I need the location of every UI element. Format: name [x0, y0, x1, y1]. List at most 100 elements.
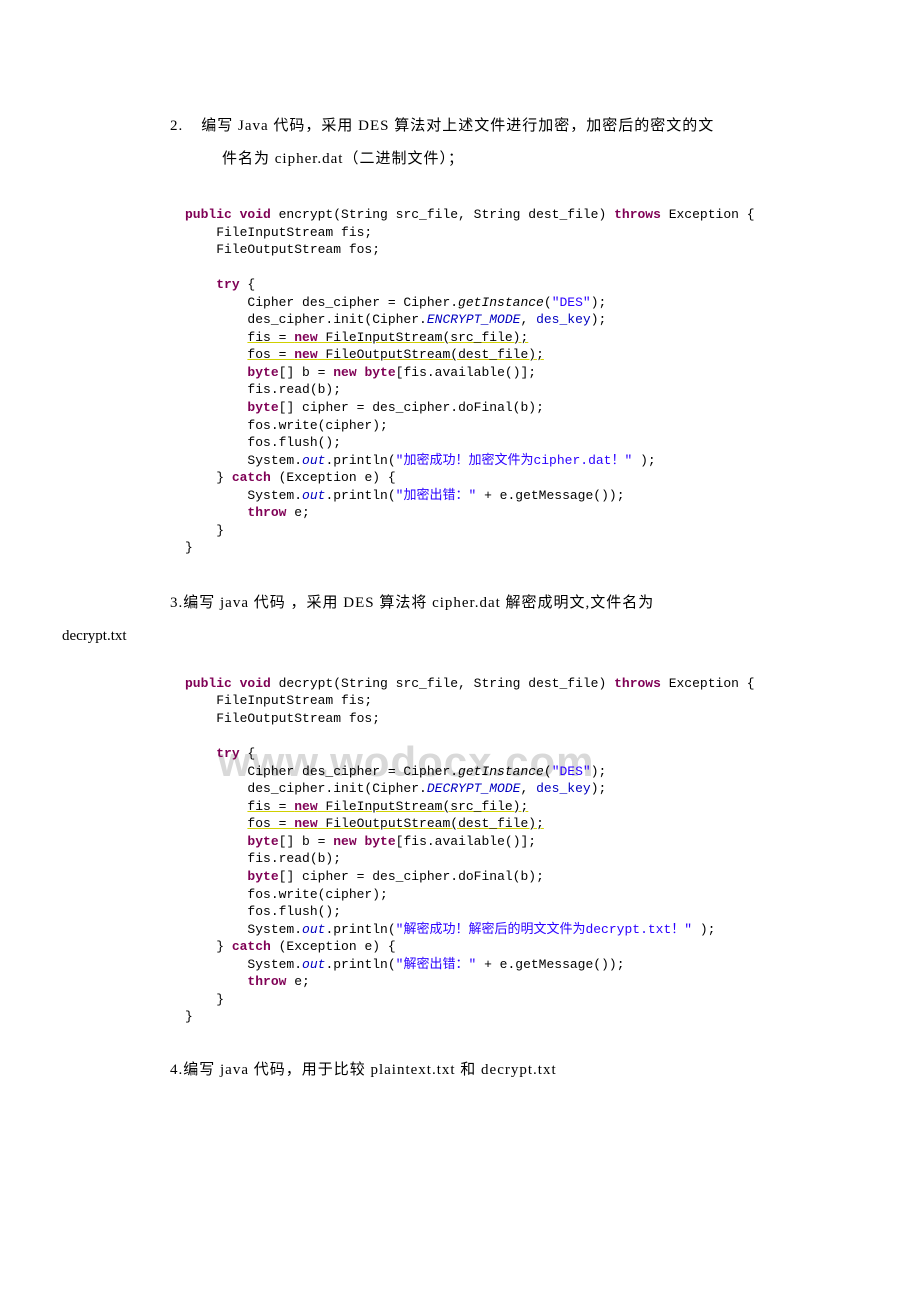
code1-l6c: ,	[520, 312, 536, 327]
code2-l5a: Cipher des_cipher = Cipher.	[185, 764, 458, 779]
section-4: 4.编写 java 代码，用于比较 plaintext.txt 和 decryp…	[100, 1054, 820, 1087]
code2-l16a: System.	[185, 957, 302, 972]
code2-l9e: [fis.available()];	[396, 834, 536, 849]
kw-new-4: new	[294, 816, 317, 831]
code1-l5e: );	[591, 295, 607, 310]
code2-l6a: des_cipher.init(Cipher.	[185, 781, 427, 796]
code2-l6c: ,	[520, 781, 536, 796]
code1-l17c: e;	[286, 505, 309, 520]
out-field-1: out	[302, 453, 325, 468]
section-3-heading: 3.编写 java 代码 ，采用 DES 算法将 cipher.dat 解密成明…	[100, 587, 820, 620]
code2-l16e: + e.getMessage());	[476, 957, 624, 972]
code1-l19: }	[185, 540, 193, 555]
section-2: 2.编写 Java 代码，采用 DES 算法对上述文件进行加密，加密后的密文的文…	[100, 110, 820, 176]
kw-byte-3: byte	[247, 834, 278, 849]
code2-l7a	[185, 799, 247, 814]
kw-catch-2: catch	[232, 939, 271, 954]
getinstance-call: getInstance	[458, 295, 544, 310]
code1-l7a	[185, 330, 247, 345]
code1-l4a	[185, 277, 216, 292]
kw-public-void: public void	[185, 207, 271, 222]
section-3-decrypt-label: decrypt.txt	[62, 628, 820, 645]
kw-try: try	[216, 277, 239, 292]
section-2-line1: 编写 Java 代码，采用 DES 算法对上述文件进行加密，加密后的密文的文	[201, 118, 714, 134]
code1-l14c: .println(	[325, 453, 395, 468]
code1-l10: fis.read(b);	[185, 382, 341, 397]
code1-l17a	[185, 505, 247, 520]
str-encrypt-ok: "加密成功！加密文件为cipher.dat！"	[396, 453, 633, 468]
code2-l8-u: fos = new FileOutputStream(dest_file);	[247, 816, 543, 831]
code1-l8a	[185, 347, 247, 362]
decrypt-sig-mid: decrypt(String src_file, String dest_fil…	[271, 676, 614, 691]
kw-try-2: try	[216, 746, 239, 761]
code1-l16a: System.	[185, 488, 302, 503]
code2-l8d: FileOutputStream(dest_file);	[318, 816, 544, 831]
str-encrypt-err: "加密出错："	[396, 488, 477, 503]
kw-throws-2: throws	[614, 676, 661, 691]
kw-byte-2: byte	[247, 400, 278, 415]
section-2-heading: 2.编写 Java 代码，采用 DES 算法对上述文件进行加密，加密后的密文的文	[100, 110, 820, 143]
code1-l15a: }	[185, 470, 232, 485]
encrypt-code-block: public void encrypt(String src_file, Str…	[185, 206, 820, 557]
code2-l6e: );	[591, 781, 607, 796]
section-2-line2: 件名为 cipher.dat（二进制文件）；	[222, 151, 464, 167]
code1-l9a	[185, 365, 247, 380]
code2-l7b: fis =	[247, 799, 294, 814]
code2-l17a	[185, 974, 247, 989]
kw-byte-4: byte	[247, 869, 278, 884]
code1-l5a: Cipher des_cipher = Cipher.	[185, 295, 458, 310]
code1-l9e: [fis.available()];	[396, 365, 536, 380]
code2-l18: }	[185, 992, 224, 1007]
str-decrypt-ok: "解密成功！解密后的明文文件为decrypt.txt！"	[396, 922, 692, 937]
code1-l7-u: fis = new FileInputStream(src_file);	[247, 330, 528, 345]
code1-l14a: System.	[185, 453, 302, 468]
code2-l9a	[185, 834, 247, 849]
code1-l18: }	[185, 523, 224, 538]
kw-new-byte-2: new byte	[333, 834, 395, 849]
code1-l5c: (	[544, 295, 552, 310]
section-4-text: 编写 java 代码，用于比较 plaintext.txt 和 decrypt.…	[183, 1062, 556, 1078]
section-2-heading-cont: 件名为 cipher.dat（二进制文件）；	[222, 143, 820, 176]
section-4-number: 4.	[170, 1054, 183, 1087]
code2-l1: FileInputStream fis;	[185, 693, 372, 708]
decrypt-mode-const: DECRYPT_MODE	[427, 781, 521, 796]
kw-new-2: new	[294, 347, 317, 362]
code2-l4a	[185, 746, 216, 761]
code2-l5e: );	[591, 764, 607, 779]
section-3-text: 编写 java 代码 ，采用 DES 算法将 cipher.dat 解密成明文,…	[183, 595, 654, 611]
out-field-3: out	[302, 922, 325, 937]
code1-l6e: );	[591, 312, 607, 327]
code1-l14e: );	[632, 453, 655, 468]
code1-l7d: FileInputStream(src_file);	[318, 330, 529, 345]
kw-byte-1: byte	[247, 365, 278, 380]
decrypt-sig-end: Exception {	[661, 676, 755, 691]
str-des: "DES"	[552, 295, 591, 310]
decrypt-txt-label: decrypt.txt	[62, 628, 127, 644]
str-decrypt-err: "解密出错："	[396, 957, 477, 972]
code1-l16c: .println(	[325, 488, 395, 503]
code2-l16c: .println(	[325, 957, 395, 972]
kw-new-3: new	[294, 799, 317, 814]
code1-l15c: (Exception e) {	[271, 470, 396, 485]
out-field-2: out	[302, 488, 325, 503]
getinstance-call-2: getInstance	[458, 764, 544, 779]
code1-l12: fos.write(cipher);	[185, 418, 388, 433]
code2-l14c: .println(	[325, 922, 395, 937]
kw-throw-1: throw	[247, 505, 286, 520]
code2-l15c: (Exception e) {	[271, 939, 396, 954]
code1-l8-u: fos = new FileOutputStream(dest_file);	[247, 347, 543, 362]
code2-l19: }	[185, 1009, 193, 1024]
code2-l11a	[185, 869, 247, 884]
code1-l8d: FileOutputStream(dest_file);	[318, 347, 544, 362]
code1-l11c: [] cipher = des_cipher.doFinal(b);	[279, 400, 544, 415]
des-key-field: des_key	[536, 312, 591, 327]
code2-l15a: }	[185, 939, 232, 954]
code2-l12: fos.write(cipher);	[185, 887, 388, 902]
code2-l11c: [] cipher = des_cipher.doFinal(b);	[279, 869, 544, 884]
str-des-2: "DES"	[552, 764, 591, 779]
code2-l14a: System.	[185, 922, 302, 937]
kw-throw-2: throw	[247, 974, 286, 989]
code2-l17c: e;	[286, 974, 309, 989]
section-3: 3.编写 java 代码 ，采用 DES 算法将 cipher.dat 解密成明…	[100, 587, 820, 645]
section-3-number: 3.	[170, 587, 183, 620]
